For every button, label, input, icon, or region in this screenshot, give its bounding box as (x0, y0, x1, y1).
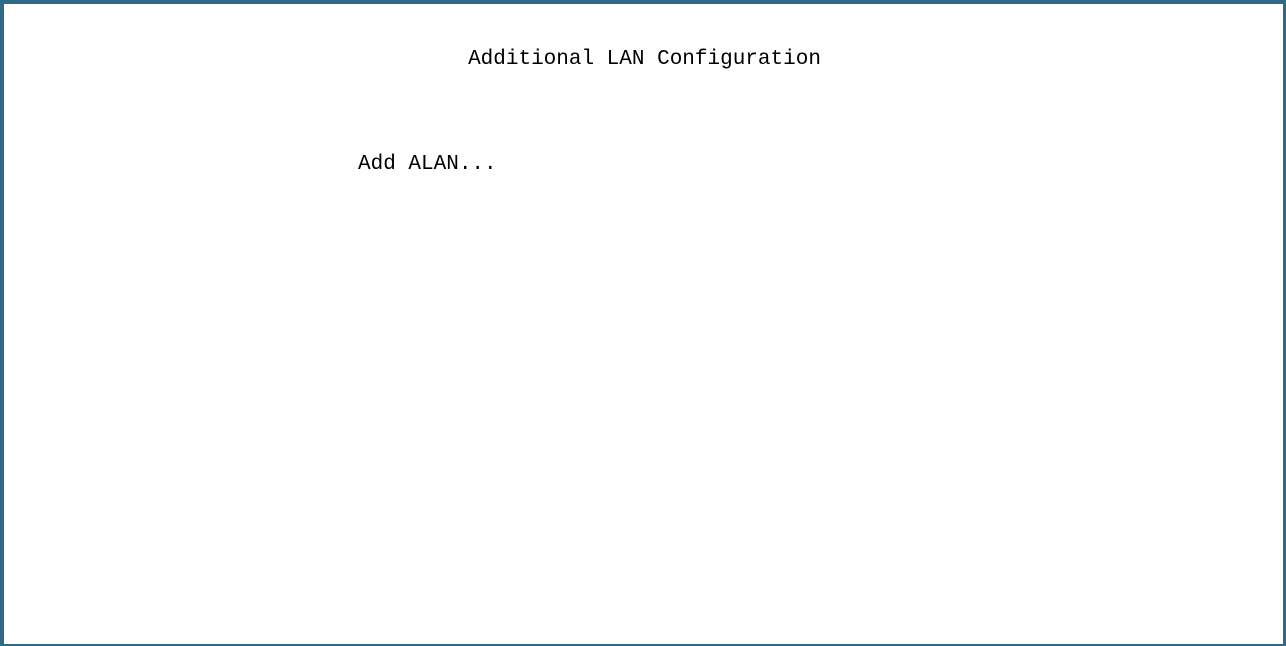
config-screen-frame: Additional LAN Configuration Add ALAN... (0, 0, 1286, 646)
add-alan-menu-item[interactable]: Add ALAN... (356, 152, 499, 177)
screen-title: Additional LAN Configuration (468, 48, 821, 71)
